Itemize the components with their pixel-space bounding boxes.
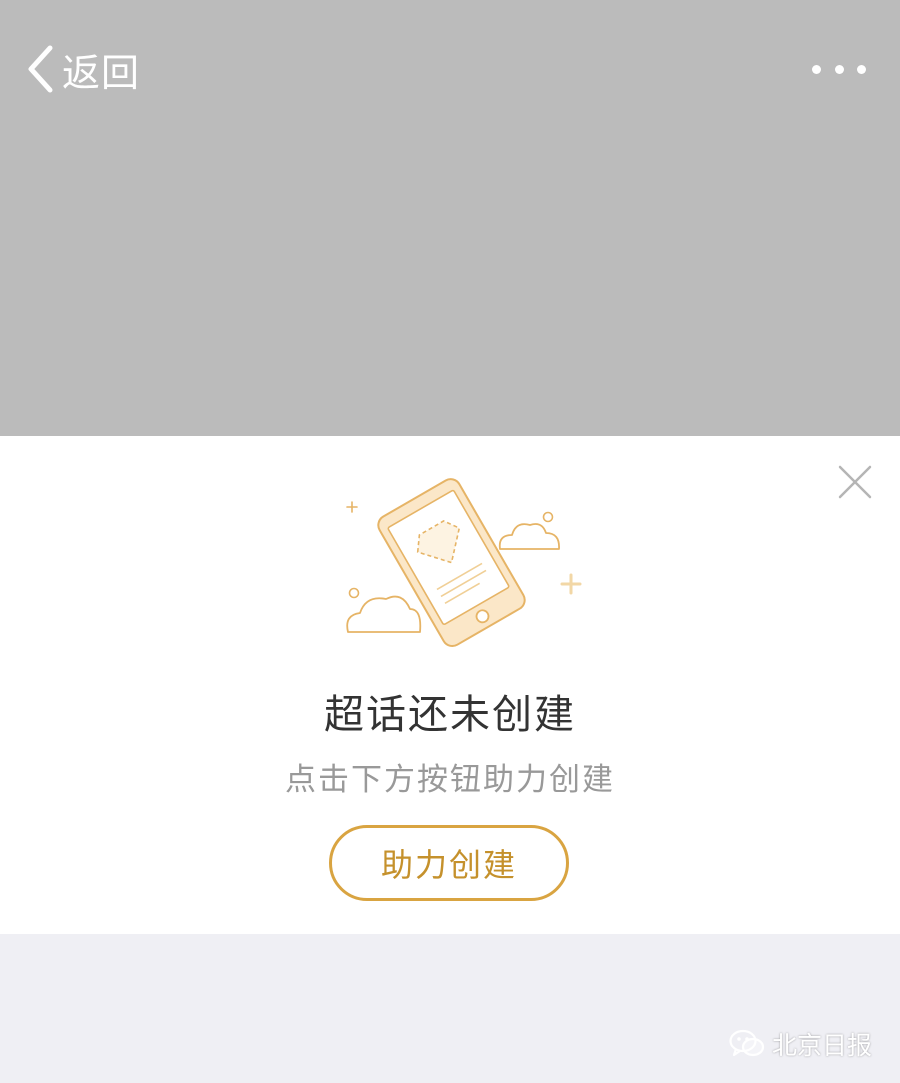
sparkle-icon [560, 573, 582, 595]
wechat-icon [729, 1029, 765, 1057]
close-icon[interactable] [836, 463, 874, 501]
back-label: 返回 [62, 50, 141, 95]
cloud-icon [498, 523, 560, 550]
chevron-left-icon [28, 45, 53, 93]
dot-decoration [542, 511, 554, 523]
phone-with-diamond-illustration [346, 478, 582, 648]
empty-state-subtitle: 点击下方按钮助力创建 [285, 762, 615, 798]
more-dot [834, 64, 844, 74]
dot-decoration [348, 587, 360, 599]
more-dot [812, 64, 821, 74]
cloud-icon [346, 595, 422, 633]
help-create-button[interactable]: 助力创建 [329, 825, 569, 901]
more-button[interactable] [812, 58, 866, 80]
watermark: 北京日报 [728, 1024, 872, 1064]
empty-state-title: 超话还未创建 [324, 692, 576, 738]
more-dot [857, 64, 866, 74]
sparkle-icon [346, 501, 358, 513]
back-button[interactable]: 返回 [26, 42, 140, 96]
watermark-text: 北京日报 [771, 1031, 872, 1060]
